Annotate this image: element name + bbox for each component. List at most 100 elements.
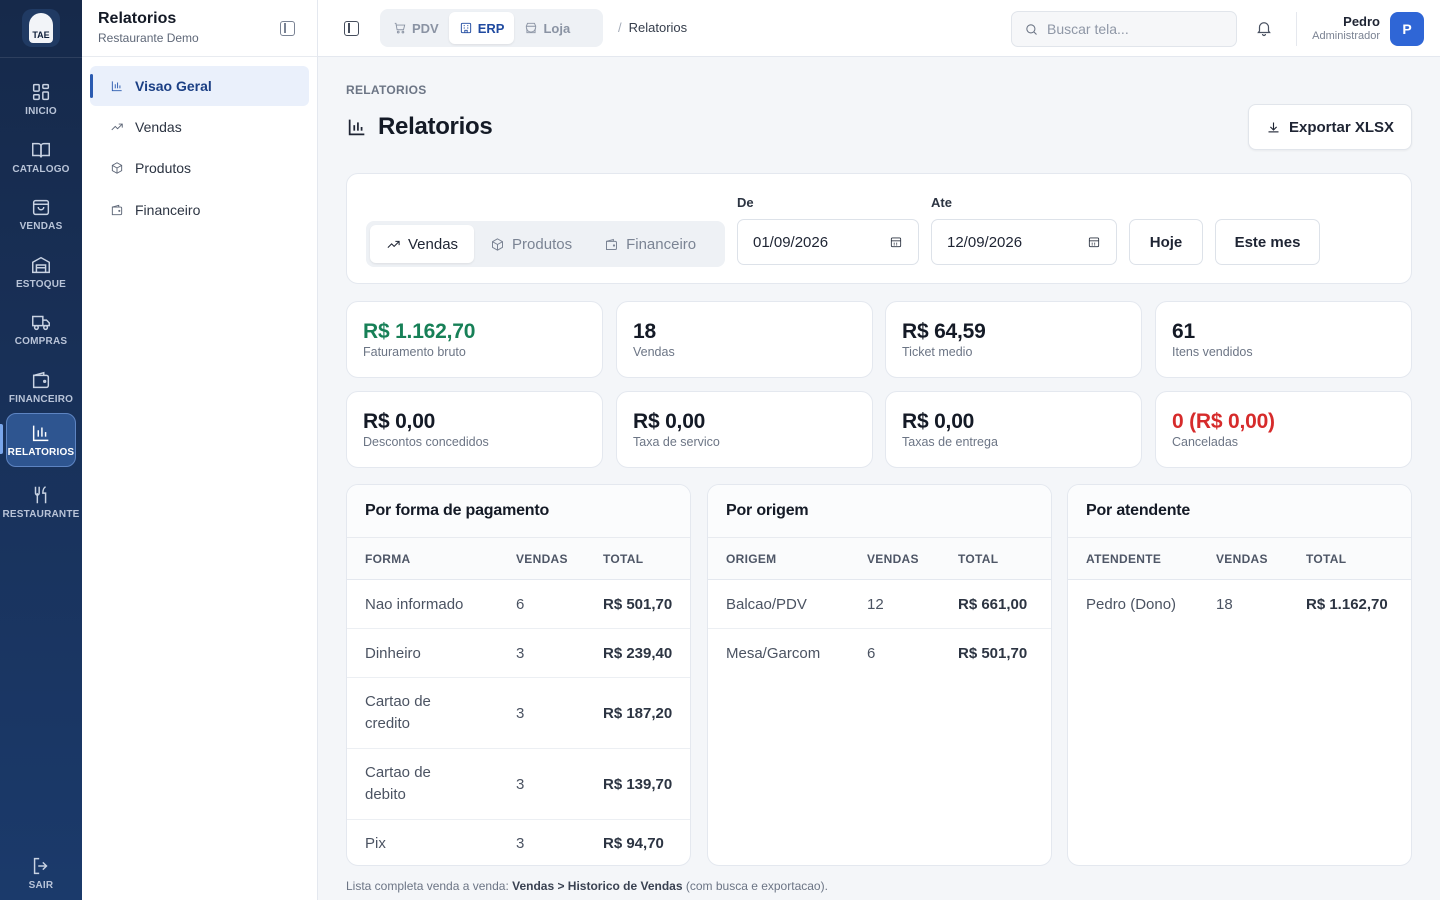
column-header: TOTAL — [603, 551, 644, 566]
rail-item-vendas[interactable]: VENDAS — [6, 187, 76, 241]
sidebar-subtitle: Restaurante Demo — [98, 31, 199, 45]
cell-sales: 3 — [516, 704, 525, 722]
stat-value: R$ 0,00 — [633, 410, 706, 433]
bar-chart-icon — [111, 81, 122, 92]
app-rail: TAE INICIO CATALOGO VENDAS ESTOQUE COMPR… — [0, 0, 82, 900]
cell-total: R$ 501,70 — [958, 645, 1028, 662]
tab-produtos[interactable]: Produtos — [474, 225, 588, 263]
sidebar-item-produtos[interactable]: Produtos — [90, 148, 309, 188]
stat-card: R$ 1.162,70 Faturamento bruto — [346, 301, 603, 378]
sidebar-item-vendas[interactable]: Vendas — [90, 107, 309, 147]
cell-total: R$ 501,70 — [603, 595, 673, 613]
rail-item-estoque[interactable]: ESTOQUE — [6, 245, 76, 299]
mode-switcher: PDV ERP Loja — [380, 9, 603, 47]
tab-label: Vendas — [408, 235, 459, 253]
cell-total: R$ 239,40 — [603, 644, 673, 662]
column-header: VENDAS — [1216, 551, 1268, 566]
rail-item-compras[interactable]: COMPRAS — [6, 302, 76, 356]
cell-sales: 3 — [516, 644, 525, 662]
attendant-table: Por atendente ATENDENTE VENDAS TOTAL Ped… — [1067, 484, 1412, 866]
filter-card: Vendas Produtos Financeiro De 01/09/2026… — [346, 173, 1412, 284]
sidebar-item-label: Visao Geral — [135, 78, 212, 94]
stat-card: R$ 0,00 Taxas de entrega — [885, 391, 1142, 468]
table-header: ORIGEM VENDAS TOTAL — [708, 538, 1051, 580]
sidebar-item-label: Produtos — [135, 160, 192, 176]
page-title-row: Relatorios — [346, 113, 493, 141]
sidebar-item-financeiro[interactable]: Financeiro — [90, 190, 309, 230]
table-row: Balcao/PDV 12 R$ 661,00 — [708, 580, 1051, 629]
cell-attendant: Pedro (Dono) — [1086, 596, 1177, 613]
tab-financeiro[interactable]: Financeiro — [588, 225, 712, 263]
rail-label: FINANCEIRO — [8, 394, 74, 405]
stat-value: 61 — [1172, 320, 1195, 343]
origin-table: Por origem ORIGEM VENDAS TOTAL Balcao/PD… — [707, 484, 1052, 866]
search-box — [1011, 11, 1237, 47]
trend-up-icon — [387, 240, 400, 248]
export-xlsx-button[interactable]: Exportar XLSX — [1248, 104, 1412, 150]
rail-item-financeiro[interactable]: FINANCEIRO — [6, 360, 76, 414]
rail-item-inicio[interactable]: INICIO — [6, 72, 76, 126]
stat-value: R$ 0,00 — [902, 410, 975, 433]
mode-pdv[interactable]: PDV — [383, 12, 449, 44]
cell-method: Cartao de credito — [365, 693, 431, 732]
table-title: Por origem — [708, 485, 1051, 538]
table-row: Pedro (Dono) 18 R$ 1.162,70 — [1068, 580, 1411, 629]
bar-chart-icon — [348, 119, 365, 136]
table-row: Nao informado 6 R$ 501,70 — [347, 580, 690, 629]
avatar[interactable]: P — [1390, 12, 1424, 46]
cell-method: Nao informado — [365, 595, 464, 613]
column-header: TOTAL — [1306, 551, 1347, 566]
mode-erp[interactable]: ERP — [448, 12, 515, 44]
sales-history-link[interactable]: Vendas > Historico de Vendas — [512, 879, 682, 893]
logout-button[interactable]: SAIR — [6, 850, 76, 896]
rail-item-restaurante[interactable]: RESTAURANTE — [3, 475, 79, 529]
rail-label: CATALOGO — [12, 164, 70, 175]
section-sidebar: Relatorios Restaurante Demo Visao Geral … — [82, 0, 318, 900]
store-icon — [526, 22, 537, 34]
sidebar-item-visao-geral[interactable]: Visao Geral — [90, 66, 309, 106]
warehouse-icon — [32, 256, 50, 274]
logout-label: SAIR — [28, 880, 54, 891]
sidebar-title: Relatorios — [98, 10, 177, 27]
cell-sales: 18 — [1216, 596, 1233, 613]
rail-item-catalogo[interactable]: CATALOGO — [6, 130, 76, 184]
rail-active-indicator — [0, 424, 3, 454]
collapse-sidebar-icon[interactable] — [280, 21, 295, 36]
cell-total: R$ 1.162,70 — [1306, 596, 1388, 613]
cell-method: Dinheiro — [365, 644, 421, 662]
user-info[interactable]: Pedro Administrador — [1306, 14, 1380, 42]
column-header: FORMA — [365, 551, 411, 566]
stat-label: Itens vendidos — [1172, 345, 1253, 359]
truck-icon — [32, 315, 50, 331]
stat-value: R$ 0,00 — [363, 410, 436, 433]
stat-label: Ticket medio — [902, 345, 973, 359]
app-logo[interactable]: TAE — [22, 9, 60, 47]
this-month-button[interactable]: Este mes — [1215, 219, 1320, 265]
to-date-field[interactable]: 12/09/2026 — [931, 219, 1117, 265]
stat-card: 0 (R$ 0,00) Canceladas — [1155, 391, 1412, 468]
from-date-label: De — [737, 195, 754, 210]
from-date-field[interactable]: 01/09/2026 — [737, 219, 919, 265]
stat-value: R$ 64,59 — [902, 320, 986, 343]
notifications-button[interactable] — [1255, 19, 1273, 37]
calendar-icon[interactable] — [1087, 235, 1101, 249]
search-input[interactable] — [1047, 21, 1217, 37]
today-button[interactable]: Hoje — [1129, 219, 1203, 265]
tab-vendas[interactable]: Vendas — [370, 225, 475, 263]
toggle-panel-icon[interactable] — [344, 21, 359, 36]
table-title: Por forma de pagamento — [347, 485, 690, 538]
box-icon — [111, 162, 123, 174]
stat-card: R$ 0,00 Taxa de servico — [616, 391, 873, 468]
rail-label: RESTAURANTE — [2, 509, 80, 520]
table-row: Cartao de debito 3 R$ 139,70 — [347, 749, 690, 820]
table-header: ATENDENTE VENDAS TOTAL — [1068, 538, 1411, 580]
rail-item-relatorios[interactable]: RELATORIOS — [6, 413, 76, 467]
box-icon — [492, 237, 504, 251]
logout-icon — [33, 857, 48, 875]
divider — [1296, 12, 1297, 46]
mode-loja[interactable]: Loja — [514, 12, 580, 44]
rail-label: VENDAS — [19, 221, 63, 232]
stat-label: Taxas de entrega — [902, 435, 998, 449]
calendar-icon[interactable] — [889, 235, 903, 249]
column-header: ORIGEM — [726, 551, 777, 566]
